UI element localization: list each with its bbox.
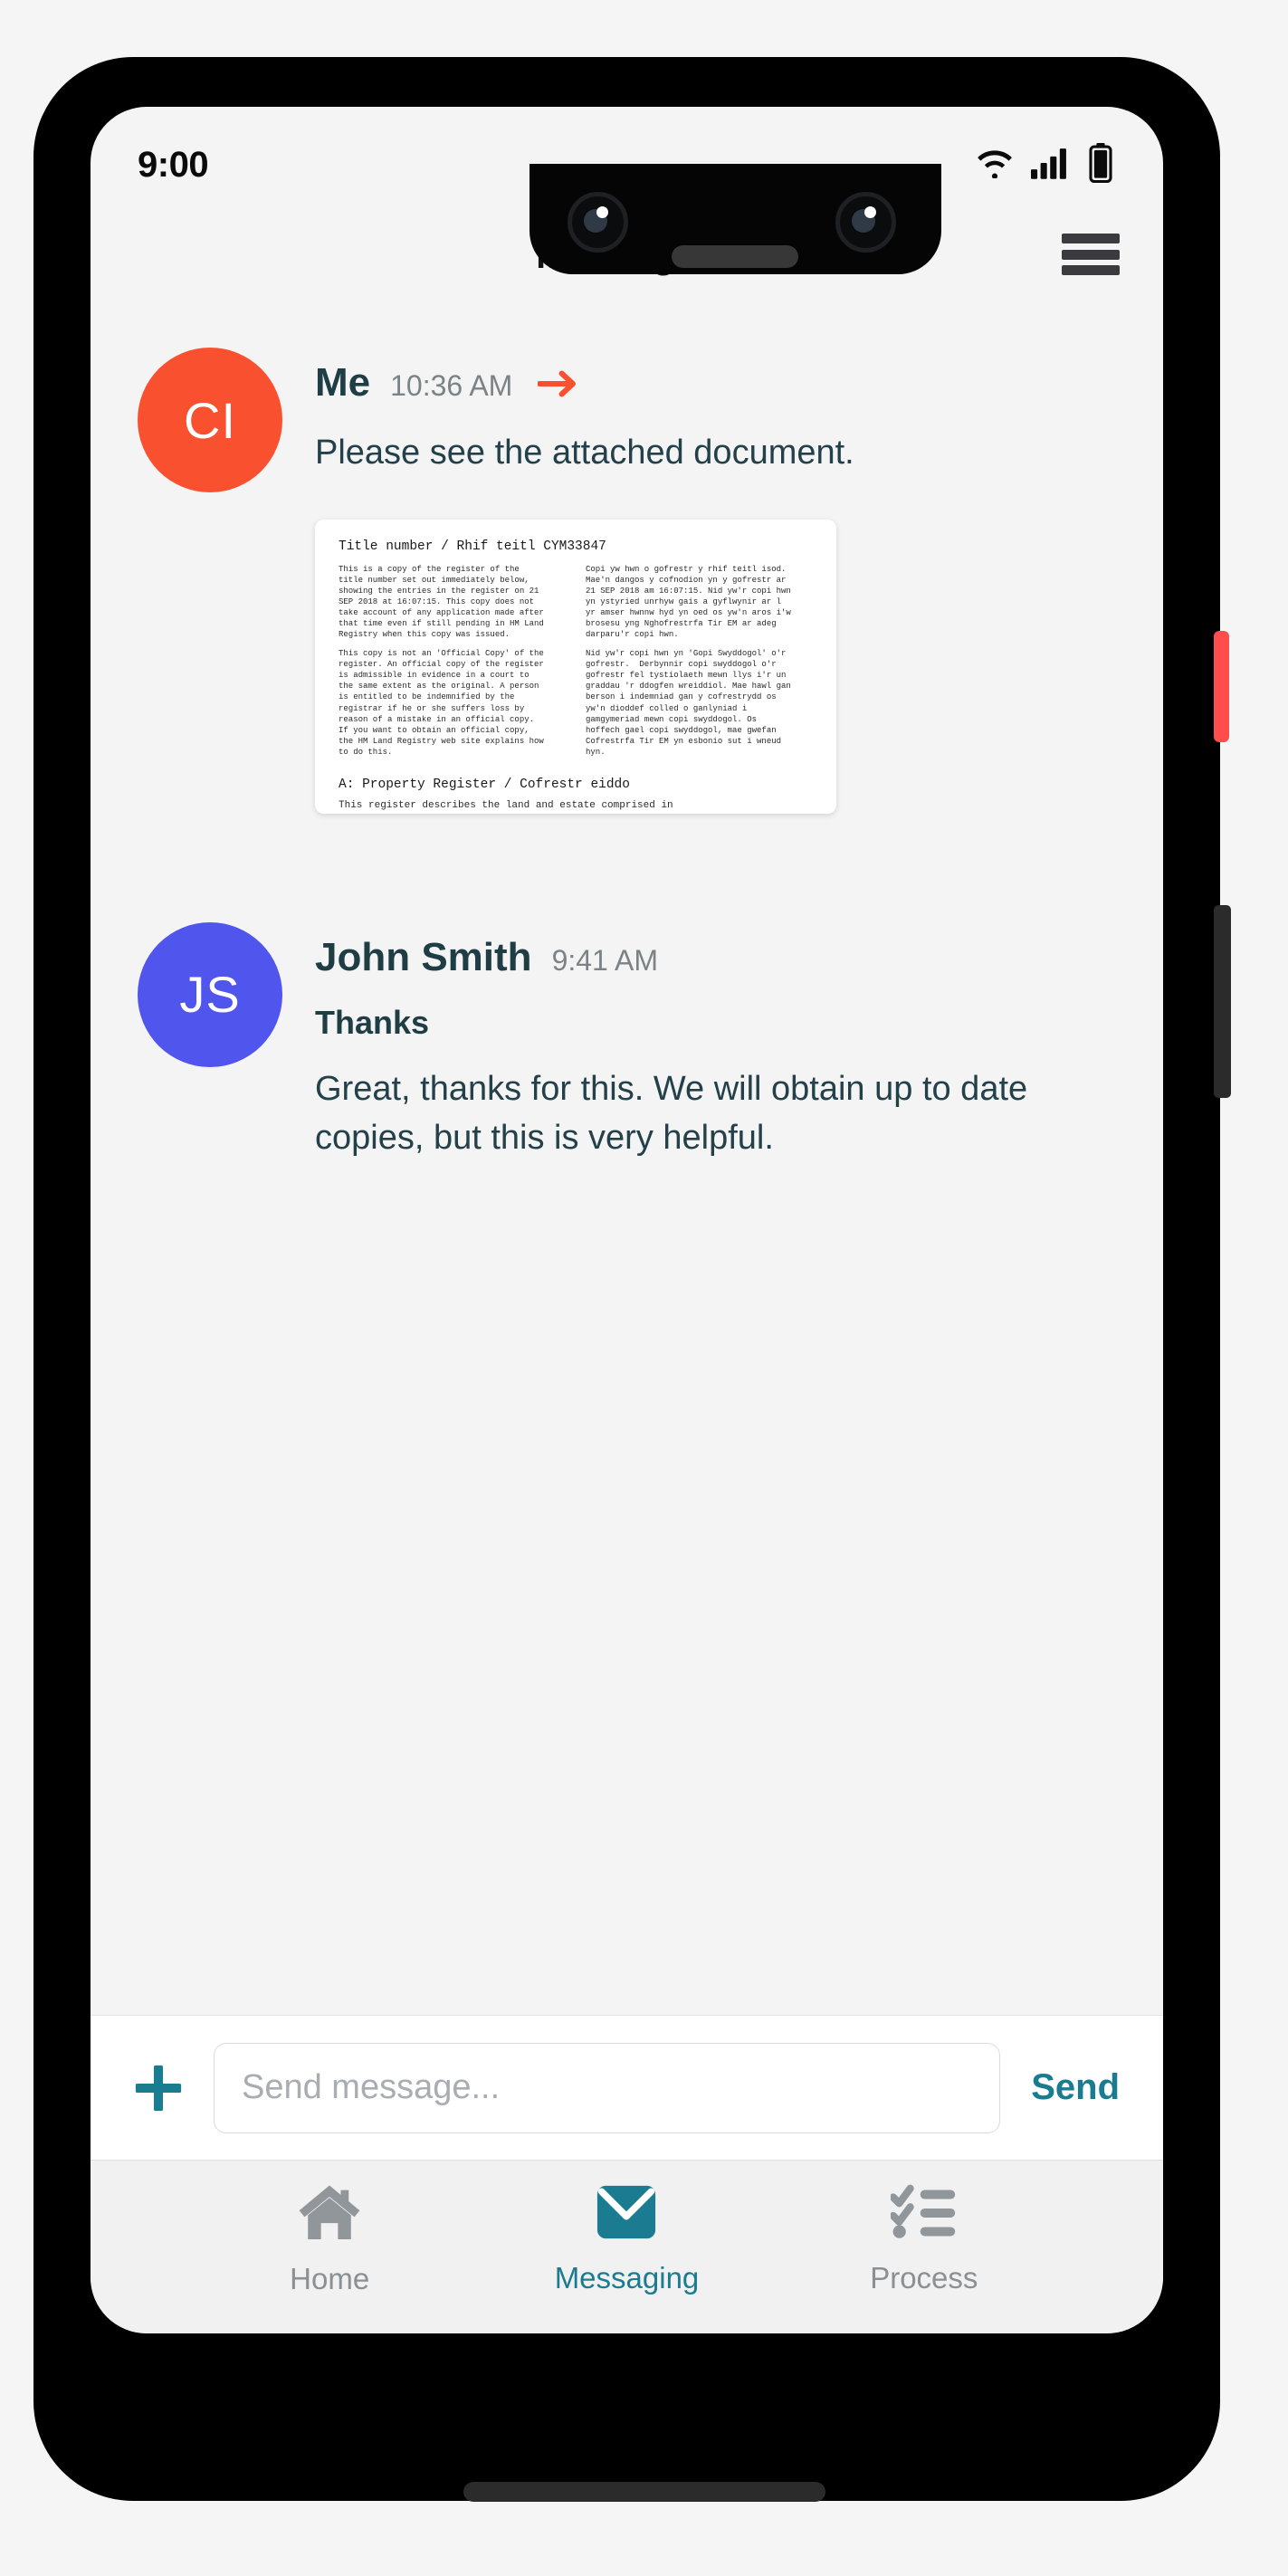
message-header: Me 10:36 AM [315,360,1116,405]
phone-screen: 9:00 CI Me 10:36 AM Please see the attac… [91,107,1163,2333]
message-body: Me 10:36 AM Please see the attached docu… [315,348,1116,814]
message-sender: John Smith [315,934,532,979]
message-item: JS John Smith 9:41 AM Thanks Great, than… [91,921,1163,1163]
cellular-signal-icon [1031,147,1073,184]
phone-power-button[interactable] [1214,905,1231,1098]
phone-notch [530,164,941,274]
nav-item-process[interactable]: Process [776,2182,1073,2295]
bottom-navigation-bar: Home Messaging Process [91,2160,1163,2333]
document-columns: This is a copy of the register of the ti… [339,564,813,766]
message-sender: Me [315,360,371,405]
message-input[interactable] [214,2042,1001,2133]
message-timestamp: 10:36 AM [390,369,513,402]
hamburger-menu-icon[interactable] [1062,228,1120,281]
earpiece-speaker [672,245,798,268]
nav-label: Home [290,2262,370,2295]
message-header: John Smith 9:41 AM [315,935,1116,980]
front-camera-icon [568,192,628,253]
battery-icon [1089,142,1112,187]
document-section-body: This register describes the land and est… [339,799,673,814]
phone-side-action-button[interactable] [1214,631,1229,742]
checklist-icon [889,2182,958,2247]
send-button[interactable]: Send [1027,2067,1123,2108]
document-paragraph: Nid yw'r copi hwn yn 'Gopi Swyddogol' o'… [586,649,791,757]
avatar-initials: JS [179,966,241,1024]
document-title: Title number / Rhif teitl CYM33847 [339,539,606,554]
document-section-title: A: Property Register / Cofrestr eiddo [339,777,630,792]
document-column-english: This is a copy of the register of the ti… [339,564,566,766]
message-subject: Thanks [315,1003,430,1041]
message-composer: Send [91,2015,1163,2160]
plus-icon[interactable] [130,2060,186,2116]
avatar: CI [138,348,282,492]
document-paragraph: This copy is not an 'Official Copy' of t… [339,649,544,757]
nav-item-home[interactable]: Home [181,2181,478,2296]
status-bar-icons [975,142,1112,187]
arrow-right-icon [538,368,579,399]
message-text: Great, thanks for this. We will obtain u… [315,1069,1028,1157]
envelope-icon [595,2182,658,2247]
message-item: CI Me 10:36 AM Please see the attached d… [91,348,1163,814]
avatar: JS [138,921,282,1067]
status-bar-clock: 9:00 [138,144,209,185]
avatar-initials: CI [184,391,236,449]
document-paragraph: This is a copy of the register of the ti… [339,564,544,640]
nav-item-messaging[interactable]: Messaging [478,2182,775,2295]
wifi-icon [975,148,1015,183]
message-text: Please see the attached document. [315,434,854,472]
message-thread[interactable]: CI Me 10:36 AM Please see the attached d… [91,304,1163,2015]
home-icon [296,2181,363,2247]
nav-label: Process [870,2261,978,2295]
document-attachment-thumbnail[interactable]: Title number / Rhif teitl CYM33847 This … [315,519,836,814]
message-timestamp: 9:41 AM [551,943,658,977]
front-camera-secondary-icon [835,192,896,253]
document-paragraph: Copi yw hwn o gofrestr y rhif teitl isod… [586,564,791,640]
document-column-welsh: Copi yw hwn o gofrestr y rhif teitl isod… [586,564,813,766]
home-indicator[interactable] [463,2482,825,2502]
message-body: John Smith 9:41 AM Thanks Great, thanks … [315,922,1116,1163]
nav-label: Messaging [554,2261,700,2295]
